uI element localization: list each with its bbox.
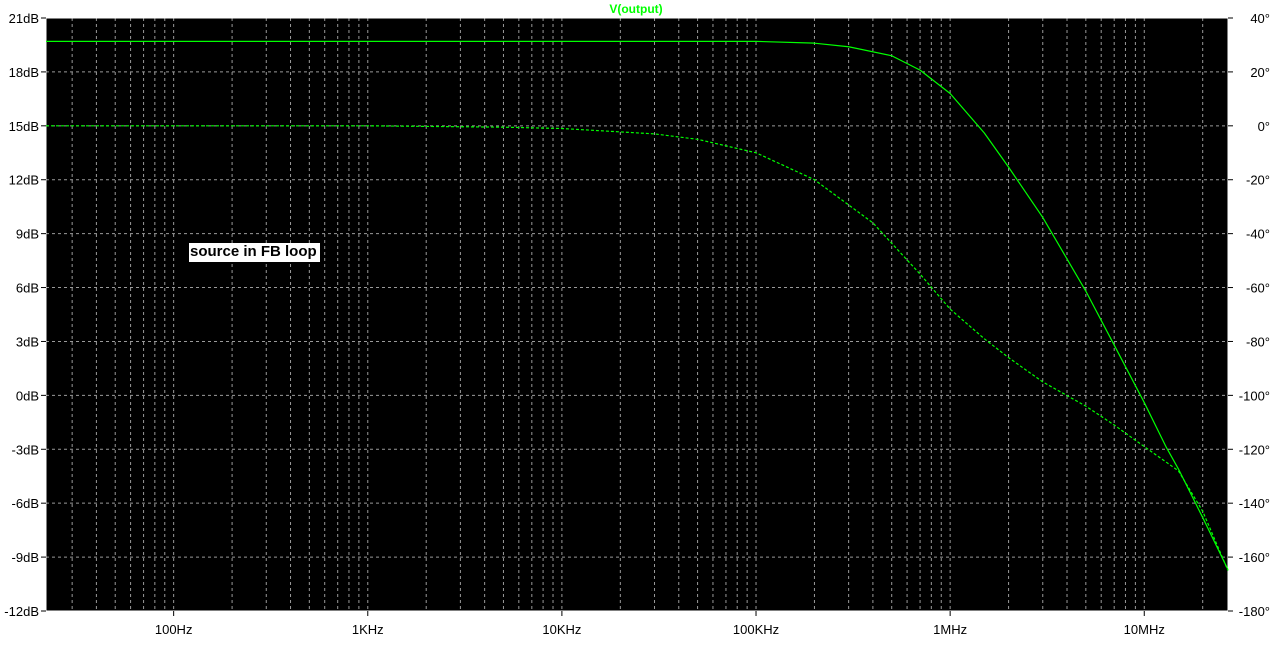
- y-left-tick-label: 15dB: [9, 119, 39, 134]
- x-tick-label: 100KHz: [733, 622, 779, 637]
- plot-area: [46, 18, 1228, 611]
- y-right-tick-label: 40°: [1250, 11, 1270, 26]
- annotation-label: source in FB loop: [189, 243, 320, 262]
- y-right-tick-label: 0°: [1258, 119, 1270, 134]
- y-left-tick-label: -6dB: [12, 496, 39, 511]
- y-right-tick-label: -140°: [1239, 496, 1270, 511]
- y-right-tick-label: 20°: [1250, 65, 1270, 80]
- y-left-tick-label: 0dB: [16, 388, 39, 403]
- bode-plot: 21dB 18dB 15dB 12dB 9dB 6dB 3dB 0dB -3dB -6dB -9dB…: [4, 2, 1270, 637]
- y-left-tick-label: 21dB: [9, 11, 39, 26]
- y-right-tick-label: -20°: [1246, 173, 1270, 188]
- x-tick-label: 10MHz: [1124, 622, 1165, 637]
- y-right-tick-label: -60°: [1246, 281, 1270, 296]
- x-tick-label: 10KHz: [542, 622, 581, 637]
- y-right-tick-label: -100°: [1239, 388, 1270, 403]
- x-tick-label: 1KHz: [352, 622, 384, 637]
- y-left-tick-label: -12dB: [4, 604, 39, 619]
- y-left-tick-label: 12dB: [9, 173, 39, 188]
- right-axis-ticks: 40° 20° 0° -20° -40° -60° -80° -100° -120° -140° -…: [1228, 11, 1270, 619]
- y-left-tick-label: -9dB: [12, 550, 39, 565]
- left-axis-ticks: 21dB 18dB 15dB 12dB 9dB 6dB 3dB 0dB -3dB -6dB -9dB…: [4, 11, 46, 619]
- y-left-tick-label: -3dB: [12, 442, 39, 457]
- y-left-tick-label: 9dB: [16, 227, 39, 242]
- y-left-tick-label: 18dB: [9, 65, 39, 80]
- y-left-tick-label: 3dB: [16, 334, 39, 349]
- y-right-tick-label: -80°: [1246, 334, 1270, 349]
- trace-title[interactable]: V(output): [609, 2, 662, 16]
- x-tick-label: 100Hz: [155, 622, 193, 637]
- y-right-tick-label: -40°: [1246, 227, 1270, 242]
- y-left-tick-label: 6dB: [16, 281, 39, 296]
- y-right-tick-label: -120°: [1239, 442, 1270, 457]
- x-tick-label: 1MHz: [933, 622, 967, 637]
- y-right-tick-label: -160°: [1239, 550, 1270, 565]
- x-axis-ticks: 100Hz 1KHz 10KHz 100KHz 1MHz 10MHz: [155, 611, 1165, 637]
- y-right-tick-label: -180°: [1239, 604, 1270, 619]
